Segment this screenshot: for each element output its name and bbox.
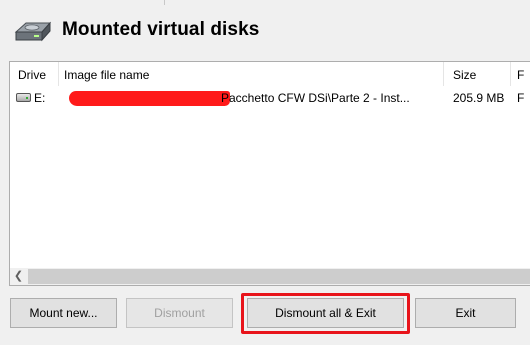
column-divider[interactable] [510, 62, 511, 86]
extra-cell: F [517, 91, 525, 105]
header-tick [164, 0, 165, 5]
drive-icon [16, 93, 31, 102]
column-header-extra[interactable]: F [517, 62, 524, 86]
dismount-button[interactable]: Dismount [126, 298, 233, 328]
highlight-box [241, 293, 410, 334]
column-divider[interactable] [443, 62, 444, 86]
image-file-name: Pacchetto CFW DSi\Parte 2 - Inst... [221, 91, 410, 105]
scrollbar-thumb[interactable] [28, 269, 530, 284]
column-divider[interactable] [58, 62, 59, 86]
list-header: Drive Image file name Size F [10, 62, 530, 86]
image-size: 205.9 MB [453, 91, 505, 105]
exit-button[interactable]: Exit [415, 298, 516, 328]
header-area: Mounted virtual disks [0, 0, 530, 62]
mount-new-button[interactable]: Mount new... [10, 298, 117, 328]
mounted-disks-list[interactable]: Drive Image file name Size F E: Pacchett… [9, 61, 530, 286]
table-row[interactable]: E: Pacchetto CFW DSi\Parte 2 - Inst... 2… [10, 89, 530, 107]
column-header-image-file[interactable]: Image file name [64, 62, 149, 86]
drive-letter: E: [34, 91, 46, 105]
disk-drive-icon [14, 21, 52, 42]
column-header-size[interactable]: Size [453, 62, 476, 86]
chevron-left-icon[interactable]: ❮ [10, 268, 27, 285]
column-header-drive[interactable]: Drive [18, 62, 46, 86]
page-title: Mounted virtual disks [62, 19, 260, 40]
horizontal-scrollbar[interactable]: ❮ [10, 268, 530, 285]
redaction-mark [69, 91, 230, 106]
